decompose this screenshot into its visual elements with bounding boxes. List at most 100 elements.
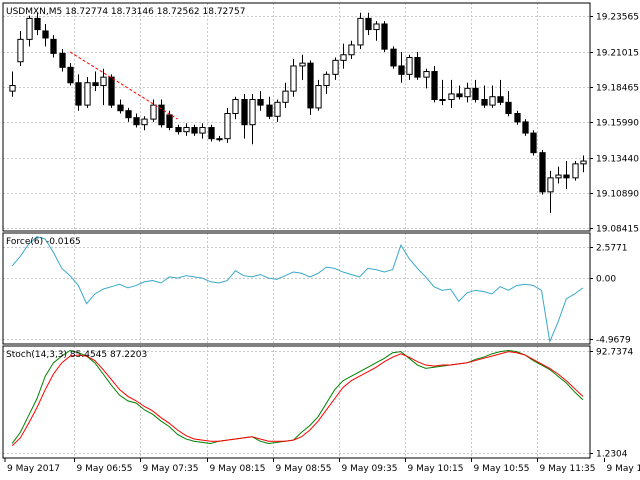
stoch-header: Stoch(14,3,3) 85.4545 87.2203 bbox=[6, 350, 147, 360]
candle-body bbox=[75, 82, 82, 106]
y-tick-label: 19.18465 bbox=[596, 84, 639, 94]
candle-body bbox=[175, 126, 182, 133]
candle bbox=[381, 21, 388, 52]
candle-body bbox=[191, 126, 198, 134]
candle-body bbox=[100, 76, 107, 87]
candle-body bbox=[390, 48, 397, 67]
candle-body bbox=[141, 118, 148, 126]
y-tick-label: 19.21015 bbox=[596, 49, 639, 59]
candle-body bbox=[108, 76, 115, 106]
candle-body bbox=[307, 62, 314, 109]
y-tick-label: 19.08415 bbox=[596, 225, 639, 235]
candle-body bbox=[572, 163, 579, 179]
candle-body bbox=[539, 152, 546, 193]
candle-body bbox=[59, 52, 66, 68]
candle bbox=[357, 12, 364, 50]
candle-body bbox=[290, 65, 297, 92]
candle-body bbox=[414, 57, 421, 78]
candle-body bbox=[50, 38, 57, 54]
candle-body bbox=[208, 126, 215, 140]
candle-body bbox=[332, 59, 339, 75]
x-tick-label: 9 May 10:15 bbox=[408, 464, 464, 474]
candle-body bbox=[365, 17, 372, 31]
y-tick-label: 19.13440 bbox=[596, 155, 639, 165]
candle-body bbox=[580, 160, 587, 165]
candle-body bbox=[423, 71, 430, 78]
candle-body bbox=[249, 99, 256, 126]
candle-body bbox=[373, 23, 380, 31]
candle-body bbox=[166, 114, 173, 128]
candle bbox=[224, 107, 231, 143]
candle-body bbox=[26, 17, 33, 40]
candle-body bbox=[563, 174, 570, 179]
y-tick-label: 19.10890 bbox=[596, 190, 639, 200]
candle-body bbox=[547, 177, 554, 193]
y-tick-label: 1.2304 bbox=[596, 450, 628, 460]
candle-body bbox=[241, 99, 248, 126]
x-tick-label: 9 May 12:15 bbox=[607, 464, 640, 474]
candle-body bbox=[439, 99, 446, 102]
candle-body bbox=[67, 66, 74, 84]
candle-body bbox=[224, 113, 231, 140]
y-tick-label: 19.23565 bbox=[596, 13, 639, 23]
y-tick-label: 92.7374 bbox=[596, 348, 633, 358]
candle-body bbox=[514, 113, 521, 123]
candle-body bbox=[448, 93, 455, 101]
candle-body bbox=[34, 17, 41, 31]
candle bbox=[539, 149, 546, 195]
candle-body bbox=[530, 132, 537, 154]
candle-body bbox=[497, 96, 504, 103]
candle-body bbox=[357, 17, 364, 46]
candle-body bbox=[472, 87, 479, 101]
candle-body bbox=[199, 126, 206, 134]
candle-body bbox=[481, 99, 488, 106]
x-tick-label: 9 May 2017 bbox=[7, 464, 60, 474]
y-tick-label: -4.9679 bbox=[596, 336, 631, 346]
candle-body bbox=[216, 138, 223, 141]
trading-chart[interactable]: USDMXN,M5 18.72774 18.73146 18.72562 18.… bbox=[0, 0, 640, 480]
candle-body bbox=[340, 54, 347, 61]
candle-body bbox=[183, 126, 190, 133]
candle-body bbox=[125, 110, 132, 119]
candle-body bbox=[555, 174, 562, 179]
candle-body bbox=[456, 93, 463, 98]
x-tick-label: 9 May 08:15 bbox=[210, 464, 266, 474]
price-header: USDMXN,M5 18.72774 18.73146 18.72562 18.… bbox=[6, 7, 245, 17]
x-tick-label: 9 May 07:35 bbox=[143, 464, 199, 474]
candle-body bbox=[299, 62, 306, 67]
candle bbox=[390, 46, 397, 69]
candle-body bbox=[274, 101, 281, 117]
x-tick-label: 9 May 10:55 bbox=[474, 464, 530, 474]
candle bbox=[307, 60, 314, 115]
x-tick-label: 9 May 11:35 bbox=[540, 464, 596, 474]
candle bbox=[522, 119, 529, 136]
candle-body bbox=[257, 99, 264, 106]
candle-body bbox=[464, 87, 471, 98]
candle-body bbox=[282, 90, 289, 103]
candle-body bbox=[117, 104, 124, 112]
candle-body bbox=[42, 30, 49, 39]
candle bbox=[530, 130, 537, 156]
candle-body bbox=[348, 44, 355, 56]
candle-body bbox=[406, 57, 413, 75]
candle-body bbox=[84, 82, 91, 106]
y-tick-label: 0.00 bbox=[596, 275, 616, 285]
candle-body bbox=[431, 71, 438, 101]
candle-body bbox=[92, 82, 99, 87]
force-header: Force(6) -0.0165 bbox=[6, 237, 81, 247]
candle-body bbox=[133, 117, 140, 126]
candle-body bbox=[381, 23, 388, 50]
x-tick-label: 9 May 08:55 bbox=[276, 464, 332, 474]
candle-body bbox=[489, 96, 496, 106]
candle-body bbox=[398, 65, 405, 75]
x-tick-label: 9 May 09:35 bbox=[342, 464, 398, 474]
candle bbox=[572, 161, 579, 181]
candle-body bbox=[266, 104, 273, 117]
candle-body bbox=[150, 104, 157, 120]
y-tick-label: 2.5771 bbox=[596, 244, 628, 254]
candle bbox=[208, 124, 215, 142]
candle-body bbox=[232, 99, 239, 115]
candle bbox=[431, 65, 438, 103]
candle-body bbox=[323, 73, 330, 87]
candle-body bbox=[17, 38, 24, 63]
